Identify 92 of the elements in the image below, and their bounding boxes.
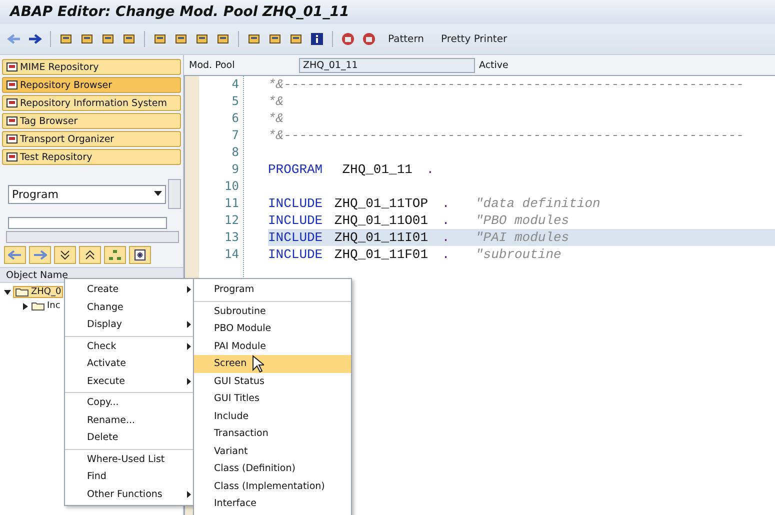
- code-comment: "subroutine: [475, 247, 562, 262]
- menu-item[interactable]: Change: [65, 298, 195, 316]
- code-comment: "data definition: [475, 196, 600, 211]
- menu-item[interactable]: PAI Module: [194, 338, 351, 355]
- code-text: ZHQ_01_11F01: [334, 247, 428, 262]
- code-comment: "PBO modules: [475, 213, 570, 228]
- menu-item[interactable]: Other Functions: [65, 486, 195, 503]
- line-number: 6: [230, 110, 239, 127]
- menu-item[interactable]: Program: [194, 281, 351, 298]
- code-keyword: INCLUDE: [268, 230, 323, 245]
- code-keyword: INCLUDE: [268, 196, 323, 211]
- line-number: 11: [224, 195, 239, 212]
- menu-item[interactable]: GUI Titles: [194, 390, 351, 408]
- navigation-button[interactable]: Tag Browser: [2, 113, 181, 129]
- tree-node[interactable]: Inc: [31, 301, 60, 311]
- code-comment: *&-----------------------------------------------------------: [268, 77, 744, 92]
- line-number: 14: [224, 246, 239, 263]
- field-label: Mod. Pool: [189, 60, 236, 70]
- line-number: 12: [224, 212, 239, 229]
- code-keyword: INCLUDE: [268, 213, 323, 228]
- scrollbar[interactable]: [6, 231, 179, 243]
- line-number: 5: [230, 93, 239, 110]
- stop-icon[interactable]: [340, 31, 356, 47]
- toolbar-button[interactable]: Pattern: [382, 34, 430, 44]
- code-comment: *&: [268, 94, 284, 109]
- program-name-field: ZHQ_01_11: [299, 58, 475, 72]
- mouse-cursor-icon: [252, 355, 264, 373]
- status-text: Active: [479, 60, 508, 70]
- forward-arrow-icon[interactable]: [27, 31, 43, 47]
- menu-item[interactable]: Execute: [65, 372, 195, 390]
- menu-item[interactable]: Class (Definition): [194, 460, 351, 478]
- code-text: .: [442, 213, 450, 228]
- code-keyword: INCLUDE: [268, 247, 323, 262]
- expand-icon[interactable]: [54, 246, 76, 264]
- navigation-button[interactable]: Repository Browser: [2, 77, 181, 93]
- menu-item[interactable]: Rename...: [65, 412, 195, 429]
- line-number: 4: [230, 76, 239, 93]
- code-comment: *&: [268, 111, 284, 126]
- folder-icon: [15, 287, 29, 297]
- code-comment: *&-----------------------------------------------------------: [268, 128, 744, 143]
- asterisk-icon[interactable]: [129, 246, 151, 264]
- object-name-field[interactable]: [8, 217, 167, 229]
- menu-item[interactable]: Subroutine: [194, 300, 351, 320]
- code-text: .: [442, 230, 450, 245]
- menu-item[interactable]: PBO Module: [194, 320, 351, 338]
- window-icon: [6, 79, 18, 91]
- menu-item[interactable]: Find: [65, 468, 195, 486]
- menu-item[interactable]: Display: [65, 316, 195, 334]
- menu-item[interactable]: Transaction: [194, 425, 351, 442]
- window-icon: [6, 97, 18, 109]
- code-text: ZHQ_01_11TOP: [334, 196, 428, 211]
- code-text: ZHQ_01_11O01: [334, 213, 428, 228]
- code-text: .: [442, 196, 450, 211]
- line-number: 9: [230, 161, 239, 178]
- menu-item[interactable]: Variant: [194, 442, 351, 460]
- toolbar-button[interactable]: Pretty Printer: [434, 34, 514, 44]
- collapse-icon[interactable]: [79, 246, 101, 264]
- window-icon: [6, 115, 18, 127]
- code-text: ZHQ_01_11: [341, 162, 412, 177]
- object-type-dropdown[interactable]: Program: [8, 184, 166, 204]
- menu-item[interactable]: Screen: [194, 355, 351, 372]
- line-number: 7: [230, 127, 239, 144]
- code-keyword: PROGRAM: [268, 162, 323, 177]
- menu-item[interactable]: Activate: [65, 355, 195, 372]
- window-icon: [6, 151, 18, 163]
- folder-icon: [31, 301, 45, 311]
- tree-node[interactable]: ZHQ_0: [13, 286, 64, 298]
- window-title: ABAP Editor: Change Mod. Pool ZHQ_01_11: [10, 4, 350, 20]
- menu-item[interactable]: Class (Implementation): [194, 478, 351, 495]
- navigation-button[interactable]: Repository Information System: [2, 95, 181, 111]
- line-number: 13: [224, 229, 239, 246]
- code-text: ZHQ_01_11I01: [334, 230, 428, 245]
- scrollbar[interactable]: [168, 179, 181, 209]
- navigation-button[interactable]: Transport Organizer: [2, 131, 181, 147]
- navigation-button[interactable]: Test Repository: [2, 149, 181, 165]
- menu-item[interactable]: Include: [194, 408, 351, 425]
- menu-item[interactable]: Interface: [194, 495, 351, 512]
- window-icon: [6, 133, 18, 145]
- code-text: .: [442, 247, 450, 262]
- menu-item[interactable]: Create: [65, 281, 195, 298]
- window-icon: [6, 61, 18, 73]
- code-text: .: [426, 162, 434, 177]
- dropdown-arrow-icon[interactable]: [154, 191, 162, 197]
- line-number: 10: [224, 178, 239, 195]
- expanded-triangle-icon[interactable]: [4, 288, 11, 296]
- menu-item[interactable]: Delete: [65, 429, 195, 446]
- info-icon[interactable]: [309, 31, 325, 47]
- navigation-button[interactable]: MIME Repository: [2, 59, 181, 75]
- code-comment: "PAI modules: [475, 230, 570, 245]
- collapsed-triangle-icon[interactable]: [22, 302, 29, 310]
- line-number: 8: [230, 144, 239, 161]
- menu-item[interactable]: GUI Status: [194, 372, 351, 390]
